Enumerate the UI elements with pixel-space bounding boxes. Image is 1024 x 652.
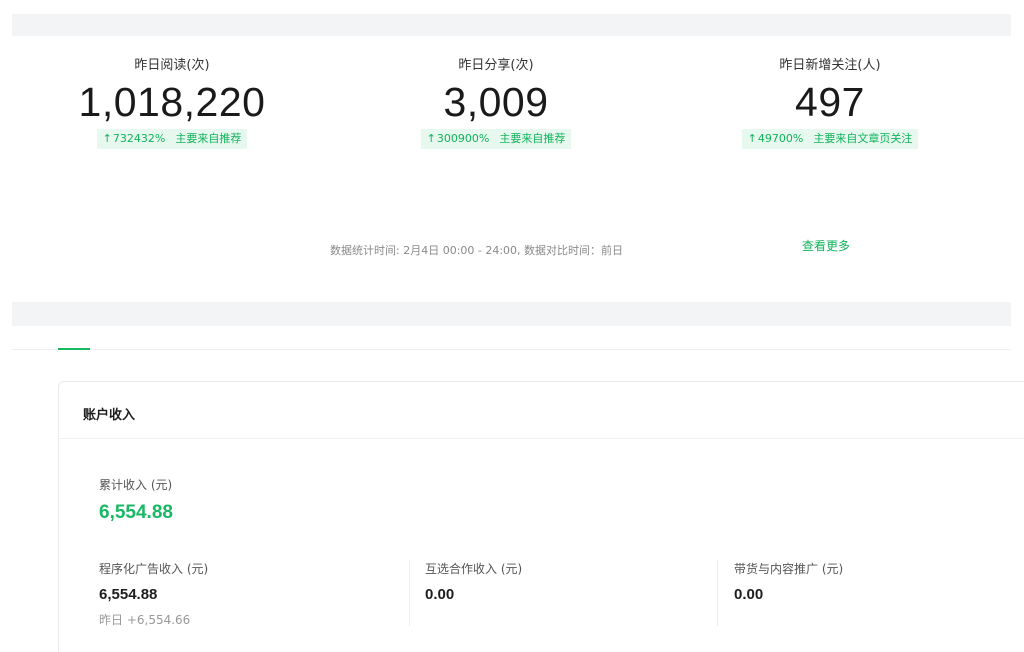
- active-tab-indicator: [58, 348, 90, 350]
- income-value: 6,554.88: [99, 586, 158, 603]
- income-card-title: 账户收入: [83, 408, 136, 423]
- stat-label: 昨日分享(次): [458, 58, 534, 73]
- middle-band: [12, 302, 1011, 326]
- stat-change-pct: 49700%: [757, 132, 804, 145]
- income-label: 带货与内容推广 (元): [734, 562, 844, 576]
- stat-change-pct: 300900%: [436, 132, 490, 145]
- stat-value: 1,018,220: [78, 79, 266, 125]
- column-divider: [717, 560, 718, 626]
- income-value: 0.00: [425, 586, 455, 603]
- income-label: 程序化广告收入 (元): [99, 562, 209, 576]
- stat-change-badge: ↑49700% 主要来自文章页关注: [741, 129, 919, 149]
- income-label: 互选合作收入 (元): [425, 562, 523, 576]
- total-income-label: 累计收入 (元): [99, 478, 173, 492]
- stat-change-pct: 732432%: [112, 132, 166, 145]
- top-band: [12, 14, 1011, 36]
- stat-change-note: 主要来自推荐: [175, 132, 242, 145]
- stat-change-note: 主要来自文章页关注: [813, 132, 913, 145]
- stat-shares: 昨日分享(次) 3,009 ↑300900% 主要来自推荐: [398, 57, 594, 149]
- ad-income: 程序化广告收入 (元) 6,554.88 昨日 +6,554.66: [99, 560, 208, 628]
- arrow-up-icon: ↑: [102, 132, 112, 145]
- card-divider: [59, 438, 1024, 439]
- tab-bar-divider: [12, 349, 1011, 350]
- column-divider: [409, 560, 410, 626]
- total-income-value: 6,554.88: [99, 502, 173, 523]
- income-card: 账户收入 累计收入 (元) 6,554.88 程序化广告收入 (元) 6,554…: [58, 381, 1024, 652]
- stat-label: 昨日阅读(次): [134, 58, 210, 73]
- mutual-selection-income: 互选合作收入 (元) 0.00: [425, 560, 522, 603]
- commerce-promotion-income: 带货与内容推广 (元) 0.00: [734, 560, 843, 603]
- stat-label: 昨日新增关注(人): [779, 58, 881, 73]
- stat-change-badge: ↑732432% 主要来自推荐: [96, 129, 248, 149]
- stat-change-note: 主要来自推荐: [499, 132, 566, 145]
- view-more-link[interactable]: 查看更多: [802, 237, 850, 254]
- stat-change-badge: ↑300900% 主要来自推荐: [420, 129, 572, 149]
- arrow-up-icon: ↑: [747, 132, 757, 145]
- stats-time-info: 数据统计时间: 2月4日 00:00 - 24:00, 数据对比时间：前日: [330, 244, 624, 257]
- income-yesterday: 昨日 +6,554.66: [99, 613, 191, 627]
- stat-value: 497: [795, 79, 865, 125]
- income-value: 0.00: [734, 586, 764, 603]
- stat-reads: 昨日阅读(次) 1,018,220 ↑732432% 主要来自推荐: [74, 57, 270, 149]
- stat-new-followers: 昨日新增关注(人) 497 ↑49700% 主要来自文章页关注: [712, 57, 948, 149]
- stat-value: 3,009: [443, 79, 549, 125]
- arrow-up-icon: ↑: [426, 132, 436, 145]
